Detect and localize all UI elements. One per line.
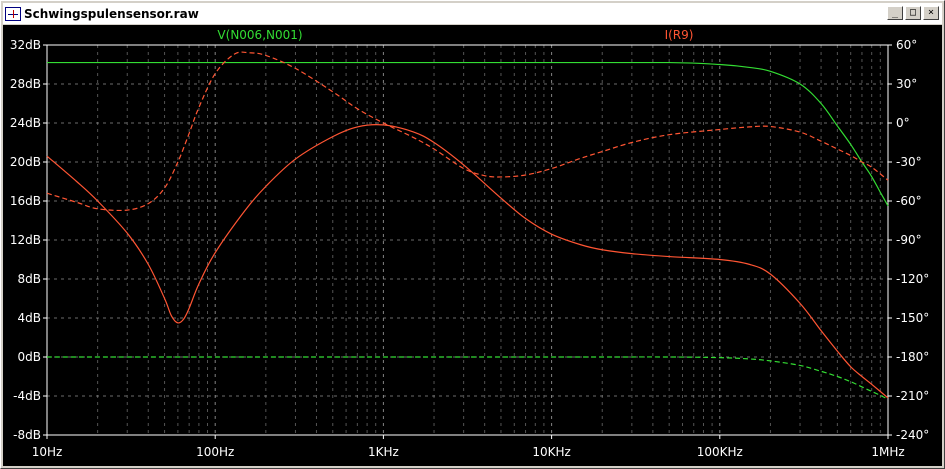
- y-right-tick-label: -240°: [896, 428, 929, 442]
- y-right-tick-label: 60°: [896, 38, 917, 52]
- y-right-tick-label: 0°: [896, 116, 910, 130]
- maximize-button[interactable]: □: [905, 6, 921, 20]
- y-left-tick-label: 24dB: [10, 116, 41, 130]
- y-left-tick-label: 28dB: [10, 77, 41, 91]
- series-label-0: V(N006,N001): [217, 28, 302, 42]
- y-left-tick-label: 16dB: [10, 194, 41, 208]
- waveform-app-icon: [5, 6, 21, 21]
- x-tick-label: 1MHz: [871, 445, 904, 459]
- y-left-tick-label: -8dB: [13, 428, 41, 442]
- y-right-tick-label: -150°: [896, 311, 929, 325]
- y-right-tick-label: 30°: [896, 77, 917, 91]
- series-1-phase-line: [46, 51, 889, 212]
- grid: [46, 44, 888, 436]
- y-left-tick-label: 12dB: [10, 233, 41, 247]
- y-right-tick-label: -180°: [896, 350, 929, 364]
- x-tick-label: 100KHz: [697, 445, 743, 459]
- y-left-tick-label: -4dB: [13, 389, 41, 403]
- minimize-button[interactable]: _: [887, 6, 903, 20]
- y-right-tick-label: -120°: [896, 272, 929, 286]
- y-left-tick-label: 32dB: [10, 38, 41, 52]
- plot-frame: [43, 44, 892, 439]
- x-tick-label: 10Hz: [32, 445, 63, 459]
- y-right-tick-label: -210°: [896, 389, 929, 403]
- series-label-1: I(R9): [665, 28, 694, 42]
- window-controls: _ □ ×: [887, 6, 939, 20]
- series-labels: V(N006,N001) I(R9): [217, 28, 693, 42]
- y-right-tick-label: -90°: [896, 233, 922, 247]
- bode-plot[interactable]: 32dB 28dB 24dB 20dB 16dB 12dB 8dB 4dB 0dB -4dB -8d…: [3, 25, 942, 466]
- traces: [46, 51, 889, 400]
- y-left-tick-label: 4dB: [18, 311, 41, 325]
- y-left-tick-label: 8dB: [18, 272, 41, 286]
- app-window: Schwingspulensensor.raw _ □ × 32dB 28dB 24…: [0, 0, 945, 469]
- series-0-phase-line: [47, 356, 889, 400]
- close-button[interactable]: ×: [923, 6, 939, 20]
- x-tick-label: 10KHz: [532, 445, 570, 459]
- title-bar[interactable]: Schwingspulensensor.raw _ □ ×: [3, 3, 942, 24]
- plot-area[interactable]: 32dB 28dB 24dB 20dB 16dB 12dB 8dB 4dB 0dB -4dB -8d…: [3, 25, 942, 466]
- y-right-tick-label: -60°: [896, 194, 922, 208]
- y-left-tick-label: 0dB: [18, 350, 41, 364]
- x-tick-label: 100Hz: [196, 445, 234, 459]
- window-title: Schwingspulensensor.raw: [24, 6, 199, 21]
- y-right-tick-label: -30°: [896, 155, 922, 169]
- x-tick-label: 1KHz: [368, 445, 399, 459]
- y-left-tick-label: 20dB: [10, 155, 41, 169]
